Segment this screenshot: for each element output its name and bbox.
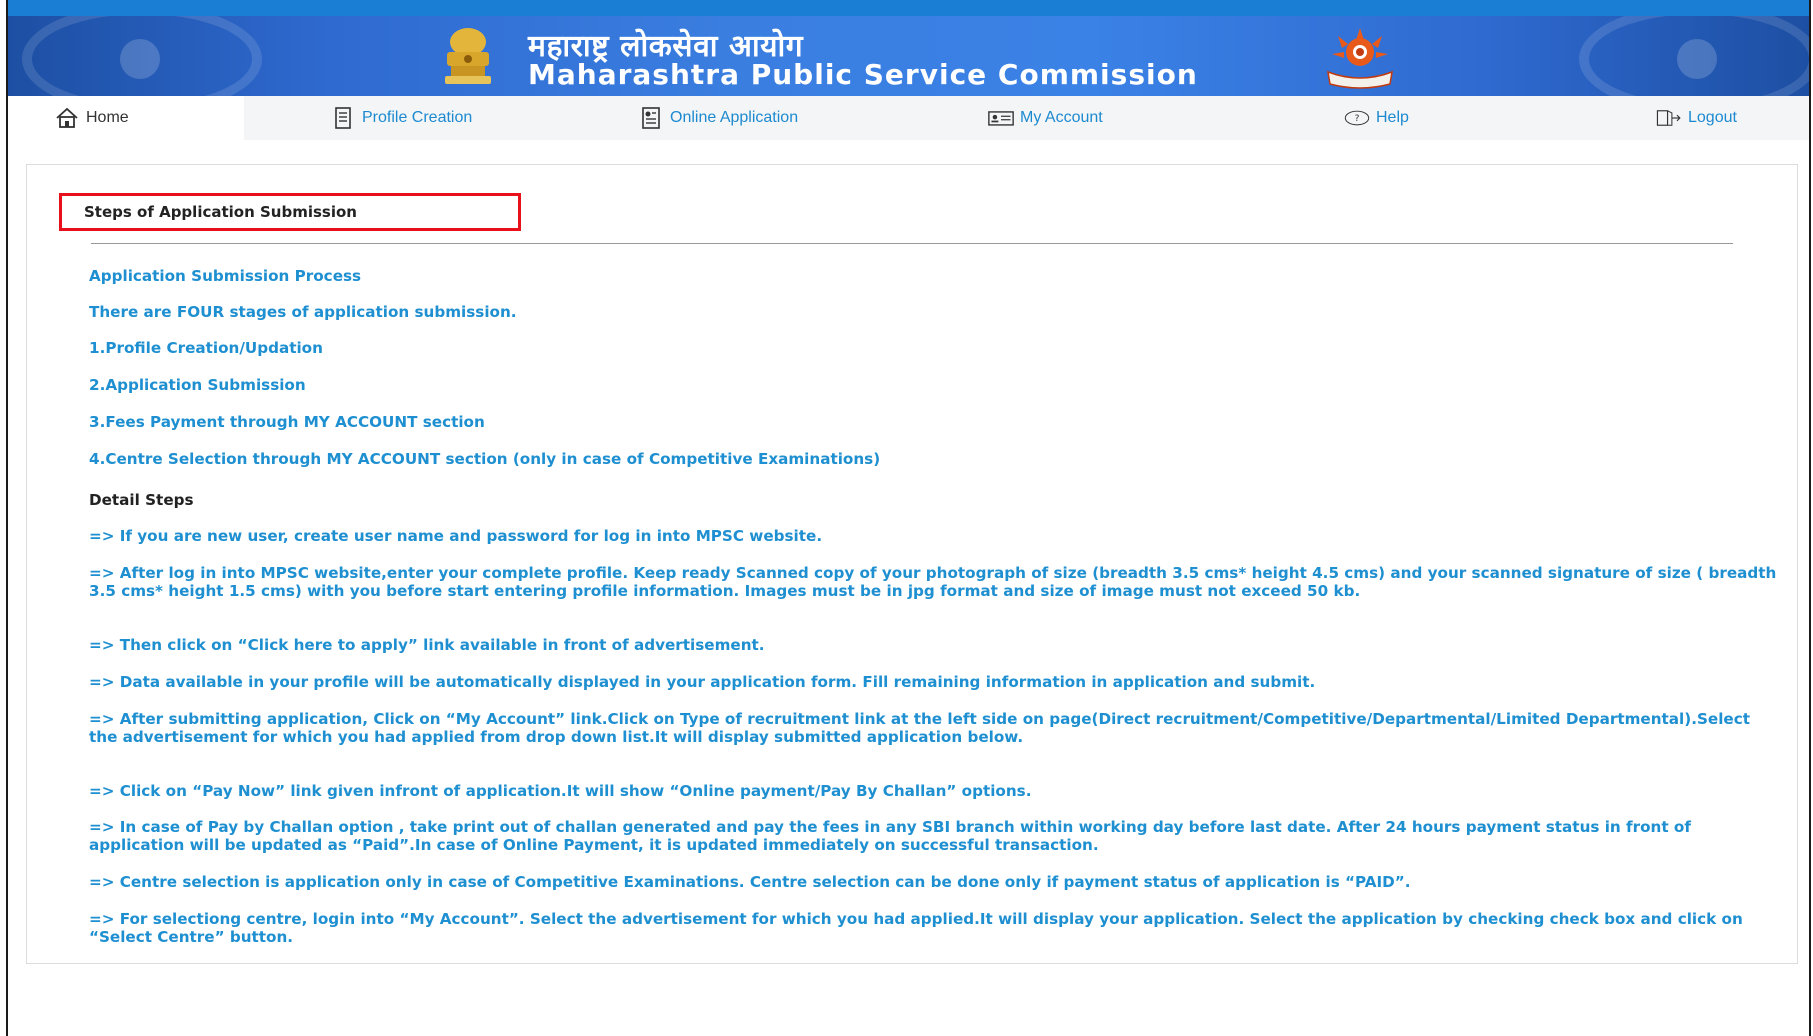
mpsc-seal-logo (1327, 28, 1393, 89)
nav-my-account-label: My Account (1020, 109, 1103, 126)
home-icon (54, 107, 80, 129)
id-card-icon (988, 107, 1014, 129)
nav-profile-creation-label: Profile Creation (362, 109, 473, 126)
watermark-emblem-right (1579, 16, 1809, 96)
detail-steps-title: Detail Steps (89, 491, 194, 509)
nav-profile-creation[interactable]: Profile Creation (330, 96, 472, 140)
stages-intro: There are FOUR stages of application sub… (89, 303, 517, 321)
document-icon (330, 107, 356, 129)
national-emblem-logo (445, 28, 491, 84)
heading-divider (91, 243, 1733, 244)
browser-frame: महाराष्ट्र लोकसेवा आयोग Maharashtra Publ… (6, 0, 1811, 1036)
detail-step-9: => For selectiong centre, login into “My… (89, 910, 1743, 946)
detail-step-6: => Click on “Pay Now” link given infront… (89, 782, 1032, 800)
stage-item-4: 4.Centre Selection through MY ACCOUNT se… (89, 450, 881, 468)
nav-home[interactable]: Home (8, 96, 244, 140)
detail-step-8: => Centre selection is application only … (89, 873, 1411, 891)
main-navigation: Home Profile Creation Online Application… (8, 96, 1809, 140)
detail-step-1: => If you are new user, create user name… (89, 527, 823, 545)
nav-my-account[interactable]: My Account (988, 96, 1103, 140)
nav-online-application[interactable]: Online Application (638, 96, 798, 140)
watermark-emblem-left (22, 16, 262, 96)
svg-text:?: ? (1355, 114, 1360, 124)
stage-item-3: 3.Fees Payment through MY ACCOUNT sectio… (89, 413, 485, 431)
logout-icon (1656, 107, 1682, 129)
application-form-icon (638, 107, 664, 129)
header-banner: महाराष्ट्र लोकसेवा आयोग Maharashtra Publ… (8, 16, 1809, 96)
help-icon: ? (1344, 107, 1370, 129)
content-panel: Steps of Application Submission Applicat… (26, 164, 1798, 964)
stage-item-2: 2.Application Submission (89, 376, 306, 394)
detail-step-3: => Then click on “Click here to apply” l… (89, 636, 765, 654)
nav-online-application-label: Online Application (670, 109, 799, 126)
nav-help-label: Help (1376, 109, 1409, 126)
detail-step-4: => Data available in your profile will b… (89, 673, 1316, 691)
stage-item-1: 1.Profile Creation/Updation (89, 339, 323, 357)
detail-step-7: => In case of Pay by Challan option , ta… (89, 818, 1691, 854)
top-strip (8, 0, 1809, 16)
nav-home-label: Home (86, 109, 129, 126)
nav-logout-label: Logout (1688, 109, 1737, 126)
detail-step-5: => After submitting application, Click o… (89, 710, 1750, 746)
site-title-english: Maharashtra Public Service Commission (528, 58, 1198, 91)
detail-step-2: => After log in into MPSC website,enter … (89, 564, 1777, 600)
nav-logout[interactable]: Logout (1656, 96, 1737, 140)
page-heading: Steps of Application Submission (59, 193, 521, 231)
nav-help[interactable]: ? Help (1344, 96, 1409, 140)
process-title: Application Submission Process (89, 267, 362, 285)
